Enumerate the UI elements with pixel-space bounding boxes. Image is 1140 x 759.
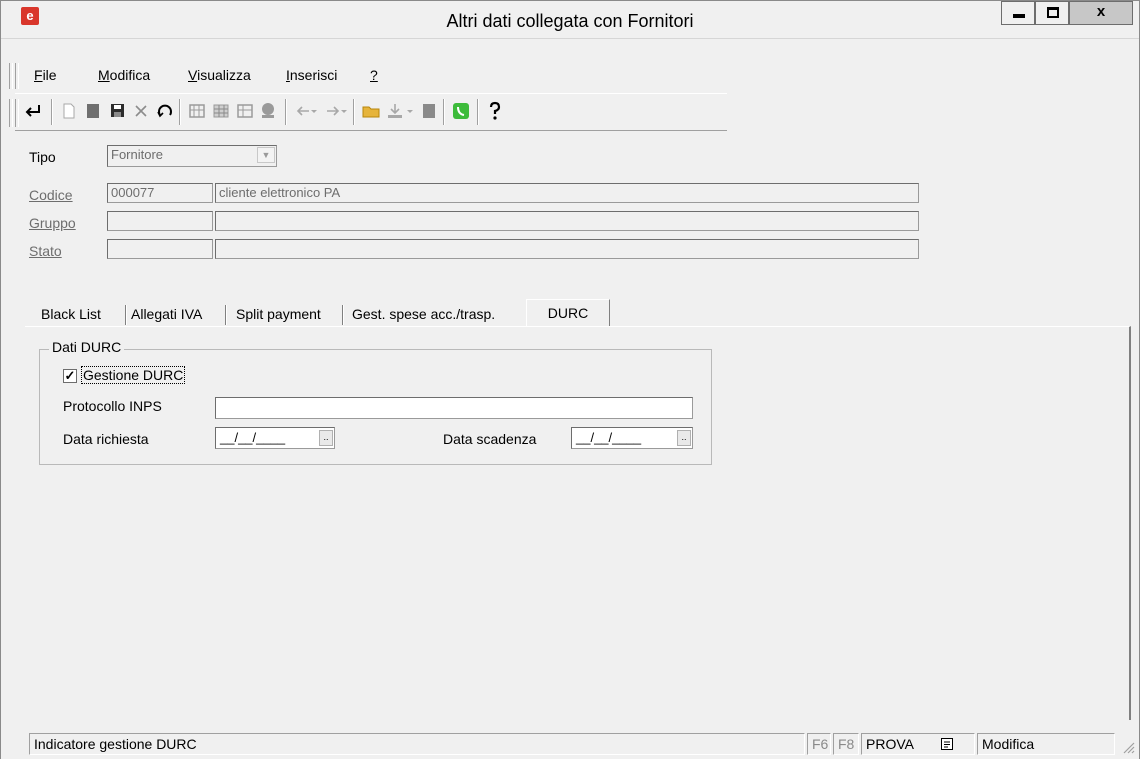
- toolbar-separator: [179, 99, 181, 125]
- stato-field[interactable]: [107, 239, 213, 259]
- minimize-icon: [1013, 14, 1025, 18]
- gruppo-description-field[interactable]: [215, 211, 919, 231]
- download-dropdown-icon[interactable]: [405, 101, 415, 121]
- status-f8: F8: [833, 733, 859, 755]
- gestione-durc-checkbox[interactable]: ✓: [63, 369, 77, 383]
- save-icon[interactable]: [107, 101, 127, 121]
- status-env: PROVA: [861, 733, 975, 755]
- back-dropdown-icon[interactable]: [309, 101, 319, 121]
- edit-icon[interactable]: [83, 101, 103, 121]
- tipo-combo[interactable]: Fornitore ▼: [107, 145, 277, 167]
- return-icon[interactable]: [23, 101, 43, 121]
- phone-icon[interactable]: [451, 101, 471, 121]
- data-richiesta-input[interactable]: __/__/____ ..: [215, 427, 335, 449]
- menubar-grip: [9, 63, 13, 89]
- menu-modifica[interactable]: Modifica: [98, 67, 150, 83]
- gruppo-label[interactable]: Gruppo: [29, 215, 76, 231]
- data-richiesta-picker-button[interactable]: ..: [319, 430, 333, 446]
- tab-allegati-iva[interactable]: Allegati IVA: [131, 304, 227, 326]
- tipo-value: Fornitore: [111, 147, 164, 162]
- tab-split-payment[interactable]: Split payment: [236, 304, 344, 326]
- refresh-icon[interactable]: [155, 101, 175, 121]
- protocollo-inps-input[interactable]: [215, 397, 693, 419]
- tab-gest-spese[interactable]: Gest. spese acc./trasp.: [352, 304, 527, 326]
- data-scadenza-label: Data scadenza: [443, 431, 537, 447]
- download-icon[interactable]: [385, 101, 405, 121]
- dati-durc-group-title: Dati DURC: [49, 339, 125, 355]
- new-doc-icon[interactable]: [59, 101, 79, 121]
- data-richiesta-value: __/__/____: [220, 430, 286, 445]
- search-icon[interactable]: [259, 101, 279, 121]
- gestione-durc-label[interactable]: Gestione DURC: [81, 366, 186, 384]
- toolbar-separator: [51, 99, 53, 125]
- toolbar-separator: [443, 99, 445, 125]
- status-mode: Modifica: [977, 733, 1115, 755]
- maximize-icon: [1047, 7, 1059, 18]
- status-message: Indicatore gestione DURC: [29, 733, 805, 755]
- status-env-label: PROVA: [866, 736, 914, 752]
- toolbar-separator: [353, 99, 355, 125]
- menu-inserisci[interactable]: Inserisci: [286, 67, 337, 83]
- folder-icon[interactable]: [361, 101, 381, 121]
- stato-label[interactable]: Stato: [29, 243, 62, 259]
- data-scadenza-picker-button[interactable]: ..: [677, 430, 691, 446]
- find-icon[interactable]: [187, 101, 207, 121]
- data-scadenza-value: __/__/____: [576, 430, 642, 445]
- gruppo-field[interactable]: [107, 211, 213, 231]
- close-button[interactable]: x: [1069, 1, 1133, 25]
- maximize-button[interactable]: [1035, 1, 1069, 25]
- toolbar-separator: [477, 99, 479, 125]
- main-window: e Altri dati collegata con Fornitori x F…: [0, 0, 1140, 759]
- tipo-label: Tipo: [29, 149, 56, 165]
- title-bar[interactable]: e Altri dati collegata con Fornitori x: [1, 1, 1139, 39]
- data-scadenza-input[interactable]: __/__/____ ..: [571, 427, 693, 449]
- data-richiesta-label: Data richiesta: [63, 431, 149, 447]
- filter-icon[interactable]: [235, 101, 255, 121]
- menu-help[interactable]: ?: [370, 67, 378, 83]
- grid-icon[interactable]: [211, 101, 231, 121]
- minimize-button[interactable]: [1001, 1, 1035, 25]
- window-title: Altri dati collegata con Fornitori: [446, 11, 694, 31]
- resize-grip-icon[interactable]: [1121, 740, 1135, 754]
- menu-visualizza[interactable]: Visualizza: [188, 67, 251, 83]
- stato-description-field[interactable]: [215, 239, 919, 259]
- tab-black-list[interactable]: Black List: [41, 304, 127, 326]
- menu-file[interactable]: File: [34, 67, 57, 83]
- tab-durc[interactable]: DURC: [526, 299, 610, 327]
- forward-dropdown-icon[interactable]: [339, 101, 349, 121]
- chevron-down-icon[interactable]: ▼: [257, 147, 275, 163]
- help-icon[interactable]: [485, 101, 505, 121]
- toolbar-grip: [9, 99, 13, 127]
- document-icon: [941, 738, 953, 750]
- close-icon: x: [1096, 3, 1106, 20]
- toolbar-grip-2: [15, 99, 19, 127]
- menubar-grip-2: [15, 63, 19, 89]
- codice-description-field[interactable]: cliente elettronico PA: [215, 183, 919, 203]
- codice-field[interactable]: 000077: [107, 183, 213, 203]
- print-icon[interactable]: [419, 101, 439, 121]
- protocollo-inps-label: Protocollo INPS: [63, 398, 162, 414]
- status-f6: F6: [807, 733, 831, 755]
- delete-icon[interactable]: [131, 101, 151, 121]
- codice-label[interactable]: Codice: [29, 187, 73, 203]
- toolbar-separator: [285, 99, 287, 125]
